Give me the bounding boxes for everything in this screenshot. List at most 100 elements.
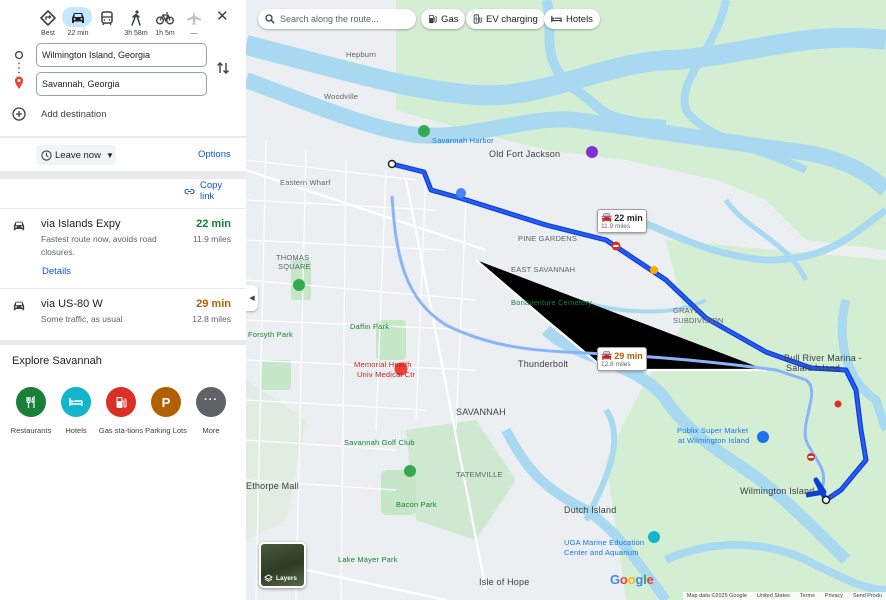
add-destination-button[interactable]: Add destination bbox=[12, 107, 107, 121]
map-view[interactable]: Search along the route... Gas EV chargin… bbox=[246, 0, 886, 600]
map-label: Salahi Island bbox=[786, 363, 841, 373]
mode-label: 3h 58m bbox=[124, 30, 148, 37]
close-icon[interactable]: ✕ bbox=[216, 9, 229, 24]
map-label: SUBDIVISION bbox=[673, 316, 724, 325]
directions-panel: Best 22 min 3h 58m 1h 5m — ✕ Wilmington … bbox=[0, 0, 246, 600]
map-label: THOMAS bbox=[276, 253, 310, 262]
map-label: Publix Super Market bbox=[677, 426, 749, 435]
route-option[interactable]: via US-80 W Some traffic, as usual 29 mi… bbox=[0, 289, 246, 339]
leave-now-dropdown[interactable]: Leave now ▼ bbox=[36, 145, 116, 165]
ev-charging-icon bbox=[473, 14, 482, 24]
map-label: GRAYS bbox=[673, 306, 700, 315]
swap-icon[interactable] bbox=[216, 61, 230, 75]
add-circle-icon bbox=[12, 107, 26, 121]
map-label: Bull River Marina - bbox=[784, 353, 862, 363]
layers-button[interactable]: Layers bbox=[259, 542, 306, 588]
divider bbox=[0, 340, 246, 345]
mode-transit[interactable] bbox=[92, 8, 122, 38]
route-distance: 12.8 miles bbox=[192, 314, 231, 324]
search-icon bbox=[265, 14, 275, 24]
copy-link-button[interactable]: Copy link bbox=[184, 180, 226, 202]
map-label: Old Fort Jackson bbox=[489, 149, 561, 159]
parking-icon: P bbox=[161, 394, 171, 410]
details-button[interactable]: Details bbox=[42, 266, 71, 277]
parking-lots-button[interactable]: P bbox=[151, 387, 181, 417]
gas-station-icon bbox=[116, 396, 127, 408]
map-label: Forsyth Park bbox=[248, 330, 293, 339]
route-time: 22 min bbox=[196, 218, 231, 230]
country-link[interactable]: United States bbox=[757, 593, 790, 599]
route-callout[interactable]: 🚘 22 min 11.9 miles bbox=[597, 209, 647, 233]
map-label: Ethorpe Mall bbox=[246, 481, 299, 491]
destination-input[interactable]: Savannah, Georgia bbox=[36, 72, 207, 96]
route-option[interactable]: via Islands Expy Fastest route now, avoi… bbox=[0, 209, 246, 287]
mode-best[interactable]: Best bbox=[33, 8, 63, 38]
flight-icon bbox=[186, 8, 202, 28]
map-label: Isle of Hope bbox=[479, 577, 530, 587]
car-icon: 🚘 bbox=[601, 350, 613, 360]
map-label: SAVANNAH bbox=[456, 407, 506, 417]
mode-label: Best bbox=[40, 30, 55, 37]
mode-bike[interactable]: 1h 5m bbox=[150, 8, 180, 38]
callout-distance: 12.8 miles bbox=[601, 361, 631, 368]
map-label: PINE GARDENS bbox=[518, 234, 578, 243]
route-callout[interactable]: 🚘 29 min 12.8 miles bbox=[597, 347, 647, 371]
map-label: Center and Aquarium bbox=[564, 548, 639, 557]
map-label: TATEMVILLE bbox=[456, 470, 503, 479]
divider bbox=[0, 171, 246, 179]
layers-icon bbox=[264, 574, 273, 582]
chip-label: EV charging bbox=[486, 13, 538, 25]
route-stops-icon bbox=[14, 50, 24, 89]
privacy-link[interactable]: Privacy bbox=[825, 593, 843, 599]
hotels-button[interactable] bbox=[61, 387, 91, 417]
map-label: Hepburn bbox=[346, 50, 377, 59]
gas-stations-button[interactable] bbox=[106, 387, 136, 417]
ev-charging-chip[interactable]: EV charging bbox=[466, 9, 545, 29]
restaurants-button[interactable] bbox=[16, 387, 46, 417]
route-search-input[interactable]: Search along the route... bbox=[258, 9, 416, 29]
send-feedback-link[interactable]: Send Produ bbox=[853, 593, 882, 599]
mode-label: 1h 5m bbox=[155, 30, 175, 37]
options-button[interactable]: Options bbox=[198, 149, 231, 160]
gas-stations-label: Gas sta-tions bbox=[98, 426, 144, 435]
map-label: EAST SAVANNAH bbox=[511, 265, 576, 274]
map-label: Woodville bbox=[324, 92, 359, 101]
mode-drive[interactable]: 22 min bbox=[62, 7, 93, 38]
route-time: 29 min bbox=[196, 298, 231, 310]
map-label: at Wilmington Island bbox=[678, 436, 750, 445]
layers-label: Layers bbox=[276, 575, 297, 582]
car-icon: 🚘 bbox=[601, 212, 613, 222]
terms-link[interactable]: Terms bbox=[800, 593, 815, 599]
transit-icon bbox=[100, 8, 114, 28]
search-placeholder: Search along the route... bbox=[280, 14, 379, 24]
map-footer: Map data ©2025 Google United States Term… bbox=[682, 592, 886, 600]
route-description: Fastest route now, avoids road closures. bbox=[41, 234, 157, 257]
collapse-panel-icon[interactable]: ◀ bbox=[246, 285, 258, 311]
walk-icon bbox=[129, 8, 143, 28]
map-label: Thunderbolt bbox=[518, 359, 569, 369]
hotels-label: Hotels bbox=[65, 426, 87, 435]
explore-title: Explore Savannah bbox=[12, 355, 102, 367]
map-label: Univ Medical Ctr bbox=[357, 370, 416, 379]
add-destination-label: Add destination bbox=[41, 108, 107, 120]
more-button[interactable]: ··· bbox=[196, 387, 226, 417]
map-label: Savannah Harbor bbox=[432, 136, 494, 145]
restaurant-icon bbox=[26, 395, 35, 408]
mode-label: — bbox=[190, 30, 198, 37]
mode-flight[interactable]: — bbox=[179, 8, 209, 38]
route-title: via Islands Expy bbox=[41, 218, 121, 230]
map-label: Savannah Golf Club bbox=[344, 438, 415, 447]
clock-icon bbox=[41, 149, 52, 161]
map-label: Memorial Health bbox=[354, 360, 412, 369]
route-distance: 11.9 miles bbox=[192, 234, 231, 244]
origin-input[interactable]: Wilmington Island, Georgia bbox=[36, 43, 207, 67]
gas-chip[interactable]: Gas bbox=[421, 9, 466, 29]
route-title: via US-80 W bbox=[41, 298, 103, 310]
more-label: More bbox=[202, 426, 220, 435]
mode-walk[interactable]: 3h 58m bbox=[121, 8, 151, 38]
map-label: Dutch Island bbox=[564, 505, 617, 515]
car-icon bbox=[13, 301, 25, 311]
callout-time: 22 min bbox=[614, 212, 643, 223]
bike-icon bbox=[156, 8, 174, 28]
hotels-chip[interactable]: Hotels bbox=[544, 9, 600, 29]
